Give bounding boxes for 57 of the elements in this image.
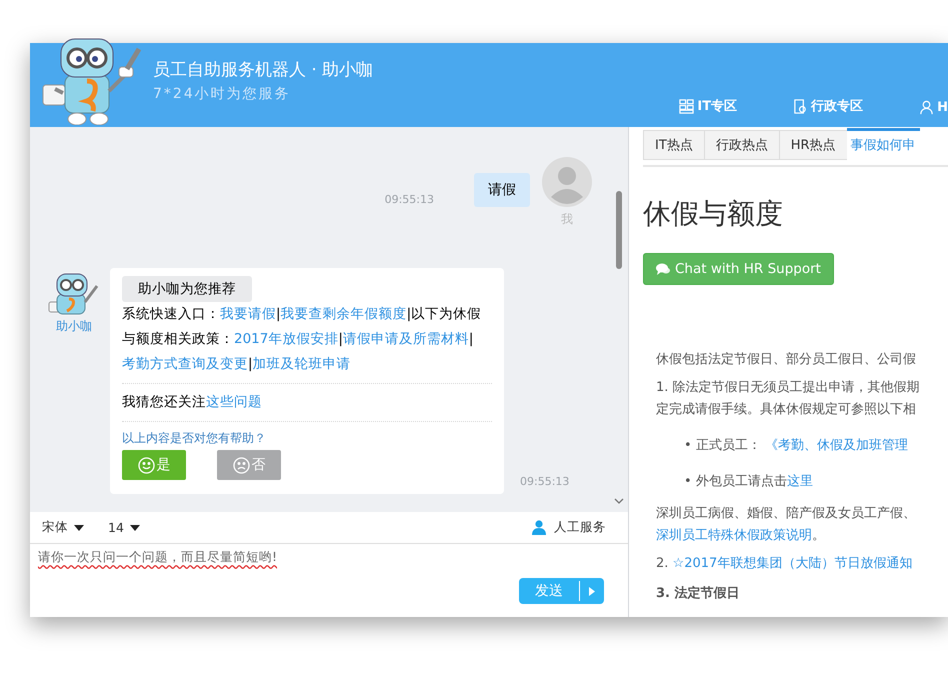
message-text: 我猜您还关注这些问题 (122, 393, 263, 412)
message-text: 系统快速入口：我要请假|我要查剩余年假额度|以下为休假与额度相关政策：2017年放假安排|请假申请及所需材料| 考勤方式查询及变更|加班及轮班申请 (122, 305, 482, 374)
paragraph-text: 1. 除法定节假日无须员工提出申请，其他假期 (656, 379, 921, 397)
tab[interactable]: IT热点 (643, 130, 704, 160)
link[interactable]: ☆2017年联想集团（大陆）节日放假通知 (672, 556, 912, 571)
link[interactable]: 这些问题 (206, 394, 262, 410)
list-item: • 外包员工请点击这里 (684, 473, 814, 491)
list-item: • 正式员工： 《考勤、休假及加班管理 (684, 437, 909, 455)
human-service-button[interactable]: 人工服务 (532, 519, 606, 536)
person-icon (532, 520, 546, 535)
caret-icon (130, 524, 140, 530)
link[interactable]: 《考勤、休假及加班管理 (764, 438, 908, 453)
app-title: 员工自助服务机器人 · 助小咖 (153, 59, 374, 81)
paragraph-text: 深圳员工病假、婚假、陪产假及女员工产假、 (656, 505, 917, 523)
recommend-label: 助小咖为您推荐 (122, 276, 252, 302)
section-heading: 3. 法定节假日 (656, 584, 741, 603)
grid-icon (679, 98, 694, 114)
sad-face-icon (232, 456, 250, 474)
nav-link[interactable]: IT专区 (679, 97, 738, 115)
app-subtitle: 7*24小时为您服务 (153, 85, 292, 103)
paragraph-text: 深圳员工特殊休假政策说明。 (656, 527, 826, 545)
page-heading: 休假与额度 (643, 196, 784, 232)
link[interactable]: 我要请假 (220, 306, 276, 322)
chat-bubble-icon (656, 263, 670, 275)
link[interactable]: 加班及轮班申请 (252, 356, 351, 372)
dropdown[interactable]: 14 (108, 520, 140, 535)
paragraph-text: 2. ☆2017年联想集团（大陆）节日放假通知 (656, 555, 914, 573)
dropdown[interactable]: 宋体 (42, 519, 84, 536)
nav-link[interactable]: H (919, 100, 948, 115)
person-icon (919, 100, 934, 115)
link[interactable]: 2017年放假安排 (234, 331, 338, 347)
link[interactable]: 深圳员工特殊休假政策说明 (656, 528, 812, 543)
smiley-icon (138, 456, 154, 474)
no-button[interactable]: 否 (217, 450, 281, 480)
timestamp: 09:55:13 (520, 475, 570, 488)
send-button[interactable]: 发送 (519, 578, 604, 604)
link[interactable]: 这里 (786, 474, 813, 489)
timestamp: 09:55:13 (384, 193, 434, 206)
link[interactable]: 考勤方式查询及变更 (122, 356, 248, 372)
paragraph-text: 定完成请假手续。具体休假规定可参照以下相 (656, 401, 917, 419)
message-bubble: 请假 (474, 173, 530, 207)
link[interactable]: 请假申请及所需材料 (342, 331, 469, 347)
sender-name: 我 (561, 211, 573, 228)
chat-support-button[interactable]: Chat with HR Support (643, 253, 834, 285)
message-input-field[interactable]: 请你一次只问一个问题，而且尽量简短哟! 发送 (30, 544, 628, 617)
paragraph-text: 休假包括法定节假日、部分员工假日、公司假 (656, 351, 917, 369)
tab[interactable]: 行政热点 (704, 130, 779, 160)
yes-button[interactable]: 是 (122, 450, 186, 480)
tab[interactable]: HR热点 (778, 130, 847, 160)
user-avatar-icon (542, 157, 592, 207)
feedback-question: 以上内容是否对您有帮助？ (122, 430, 267, 447)
caret-icon (589, 586, 595, 596)
caret-icon (74, 524, 84, 530)
sender-name: 助小咖 (56, 318, 92, 335)
document-icon (793, 98, 808, 114)
nav-link[interactable]: 行政专区 (793, 97, 864, 115)
link[interactable]: 我要查剩余年假额度 (280, 306, 407, 322)
